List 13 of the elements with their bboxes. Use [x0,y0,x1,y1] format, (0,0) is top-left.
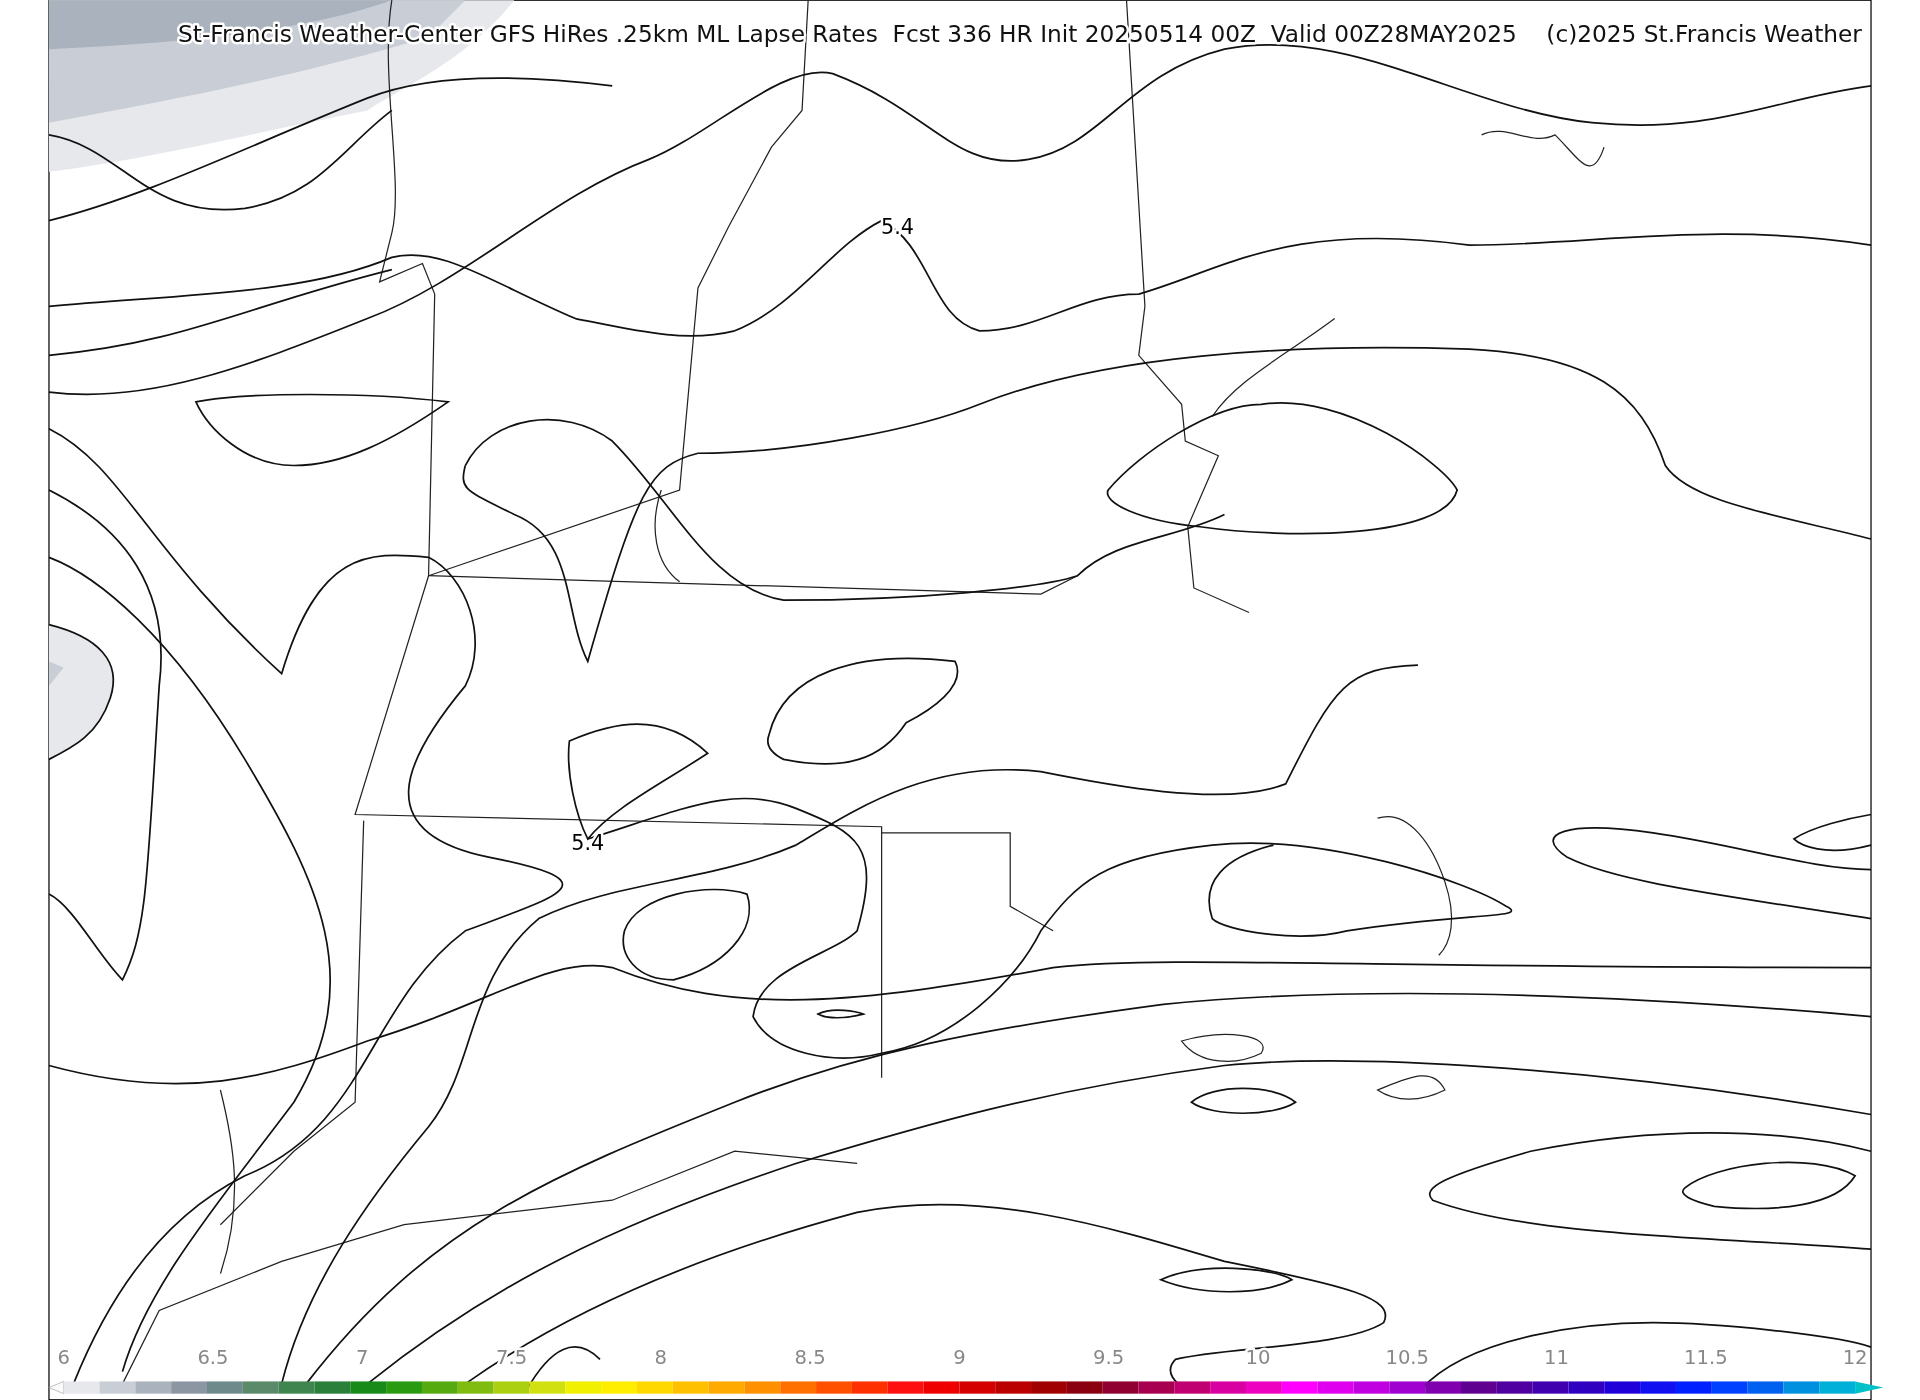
colorbar-tick-label: 6.5 [197,1346,229,1370]
colorbar-tick-label: 8.5 [794,1346,826,1370]
colorbar-tick-label: 11 [1544,1346,1569,1370]
colorbar-tick-label: 10 [1245,1346,1271,1370]
colorbar-tick-label: 6 [57,1346,70,1370]
colorbar-tick-label: 12 [1842,1346,1868,1370]
colorbar-tick-label: 8 [654,1346,668,1370]
colorbar-tick-label: 7 [356,1346,369,1370]
colorbar-tick-label: 9 [953,1346,966,1370]
colorbar-tick-label: 9.5 [1093,1346,1125,1370]
colorbar-tick-label: 11.5 [1684,1346,1728,1370]
colorbar-tick-label: 10.5 [1385,1346,1430,1370]
contour-label: 5.4 [571,831,605,855]
